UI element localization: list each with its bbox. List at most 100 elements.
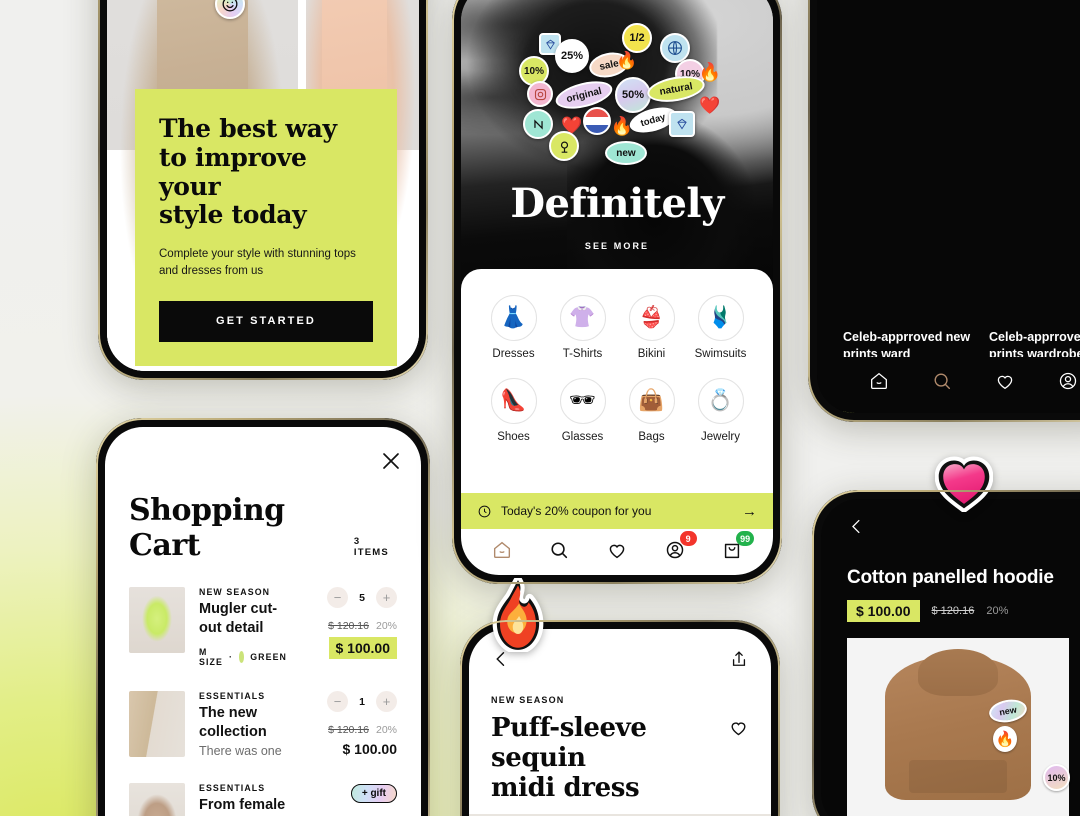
category-label: Bags xyxy=(638,431,665,443)
sticker-diamond-icon-2 xyxy=(669,111,695,137)
search-icon xyxy=(551,542,568,559)
onboarding-phone: The best way to improve your style today… xyxy=(98,0,428,380)
hoodie-detail-phone: Cotton panelled hoodie $ 100.00 $ 120.16… xyxy=(812,490,1080,816)
increase-quantity-button[interactable]: + xyxy=(376,691,397,713)
see-more-button[interactable]: SEE MORE xyxy=(461,241,773,251)
category-tshirts[interactable]: 👚 T-Shirts xyxy=(548,295,617,360)
bottom-tab-bar xyxy=(817,357,1080,413)
cart-item-list: NEW SEASON Mugler cut-out detail M SIZE … xyxy=(129,587,397,816)
category-shoes[interactable]: 👠 Shoes xyxy=(479,378,548,443)
product-image-main[interactable]: new 🔥 10% xyxy=(847,638,1070,816)
close-icon[interactable] xyxy=(379,449,403,473)
old-price: $ 120.16 xyxy=(328,620,369,632)
sticker-natural: natural xyxy=(645,72,707,106)
product-tag: NEW SEASON xyxy=(199,587,271,597)
increase-quantity-button[interactable]: + xyxy=(376,587,397,608)
tab-wishlist[interactable] xyxy=(990,366,1020,396)
quantity-stepper[interactable]: − 5 + xyxy=(301,587,397,608)
get-started-button[interactable]: GET STARTED xyxy=(159,300,373,342)
heart-icon xyxy=(934,456,994,513)
product-gallery: new 🔥 10% 🔥 xyxy=(821,622,1080,816)
product-thumbnail[interactable] xyxy=(129,691,185,758)
home-icon xyxy=(493,541,510,559)
category-dresses[interactable]: 👗 Dresses xyxy=(479,295,548,360)
product-thumbnail[interactable] xyxy=(129,783,185,816)
heart-icon xyxy=(997,375,1012,390)
product-name: The new collection xyxy=(199,705,267,740)
fire-icon xyxy=(492,575,544,655)
sticker-wave-icon xyxy=(523,109,553,139)
onboarding-screen: The best way to improve your style today… xyxy=(107,0,419,371)
product-name: Mugler cut-out detail xyxy=(199,601,278,636)
cart-header: Shopping Cart 3 ITEMS xyxy=(129,493,397,563)
cart-item-pricing: − 1 + $ 120.16 20% $ 100.00 xyxy=(301,691,397,759)
quantity-stepper[interactable]: − 1 + xyxy=(301,691,397,713)
tab-home[interactable] xyxy=(487,535,517,565)
price-row: $ 100.00 $ 120.16 20% xyxy=(847,600,1080,622)
product-color: GREEN xyxy=(250,652,287,663)
home-phone: 25% 1/2 10% sale 🔥 10% 🔥 original 50% na… xyxy=(452,0,782,584)
jewelry-icon: 💍 xyxy=(697,378,744,424)
dress-icon: 👗 xyxy=(490,295,537,341)
heart-outline-icon[interactable] xyxy=(728,717,749,738)
sticker-cluster: 25% 1/2 10% sale 🔥 10% 🔥 original 50% na… xyxy=(517,23,727,165)
tab-search[interactable] xyxy=(544,535,574,565)
product-name: Puff-sleeve sequin midi dress xyxy=(491,713,728,804)
current-price: $ 100.00 xyxy=(847,600,920,622)
cart-item-count: 3 ITEMS xyxy=(353,536,389,558)
bag-icon: 👜 xyxy=(628,378,675,424)
hero-title: Definitely xyxy=(510,180,724,227)
product-variant: M SIZE · GREEN xyxy=(199,647,287,667)
category-label: Swimsuits xyxy=(694,348,747,360)
coupon-banner[interactable]: Today's 20% coupon for you → xyxy=(461,493,773,529)
category-jewelry[interactable]: 💍 Jewelry xyxy=(686,378,755,443)
cart-item[interactable]: NEW SEASON Mugler cut-out detail M SIZE … xyxy=(129,587,397,667)
product-thumbnail[interactable] xyxy=(129,587,185,653)
onboarding-title: The best way to improve your style today xyxy=(159,114,373,230)
old-price: $ 120.16 xyxy=(931,605,975,617)
category-label: T-Shirts xyxy=(562,348,603,360)
tab-profile[interactable] xyxy=(1053,366,1080,396)
onboarding-title-line-1: The best way xyxy=(159,114,337,143)
quantity-value: 5 xyxy=(359,591,365,604)
product-name-line-1: Puff-sleeve sequin xyxy=(491,713,647,773)
tab-profile[interactable]: 9 xyxy=(660,531,697,565)
current-price: $ 100.00 xyxy=(342,741,398,758)
shopping-cart-screen: Shopping Cart 3 ITEMS NEW SEASON Mugler … xyxy=(105,427,421,816)
quantity-value: 1 xyxy=(359,695,365,708)
bikini-icon: 👙 xyxy=(628,295,675,341)
hoodie-detail-screen: Cotton panelled hoodie $ 100.00 $ 120.16… xyxy=(821,499,1080,816)
clock-icon xyxy=(478,505,491,517)
product-tag: NEW SEASON xyxy=(491,695,565,705)
browse-phone: Celeb-apprroved new prints ward Exclusiv… xyxy=(808,0,1080,422)
swimsuit-icon: 🩱 xyxy=(697,295,744,341)
cart-item-pricing: + gift xyxy=(301,783,397,816)
category-glasses[interactable]: 🕶 Glasses xyxy=(548,378,617,443)
heart-icon xyxy=(609,544,625,559)
category-bags[interactable]: 👜 Bags xyxy=(617,378,686,443)
cart-item-info: ESSENTIALS From female designers Floral … xyxy=(199,783,287,816)
tab-home[interactable] xyxy=(864,366,894,396)
share-icon[interactable] xyxy=(729,649,749,669)
decrease-quantity-button[interactable]: − xyxy=(327,691,348,713)
tab-wishlist[interactable] xyxy=(602,535,632,565)
profile-icon xyxy=(1059,372,1076,390)
hoodie-pocket xyxy=(909,760,1007,793)
tab-search[interactable] xyxy=(927,366,957,396)
tab-cart[interactable]: 99 xyxy=(717,531,755,565)
category-swimsuits[interactable]: 🩱 Swimsuits xyxy=(686,295,755,360)
cart-item[interactable]: ESSENTIALS The new collection There was … xyxy=(129,691,397,759)
shoes-icon: 👠 xyxy=(490,378,537,424)
chevron-left-icon[interactable] xyxy=(847,517,866,536)
category-bikini[interactable]: 👙 Bikini xyxy=(617,295,686,360)
close-x-icon xyxy=(383,453,399,469)
decrease-quantity-button[interactable]: − xyxy=(327,587,348,608)
sticker-50-percent: 50% xyxy=(615,77,651,113)
sticker-25-percent: 25% xyxy=(555,39,589,73)
category-label: Dresses xyxy=(492,348,535,360)
search-icon xyxy=(934,373,950,390)
onboarding-subtitle: Complete your style with stunning tops a… xyxy=(159,248,356,278)
hero-banner: 25% 1/2 10% sale 🔥 10% 🔥 original 50% na… xyxy=(461,0,773,285)
sticker-camera-icon xyxy=(527,81,553,107)
cart-item[interactable]: ESSENTIALS From female designers Floral … xyxy=(129,783,397,816)
